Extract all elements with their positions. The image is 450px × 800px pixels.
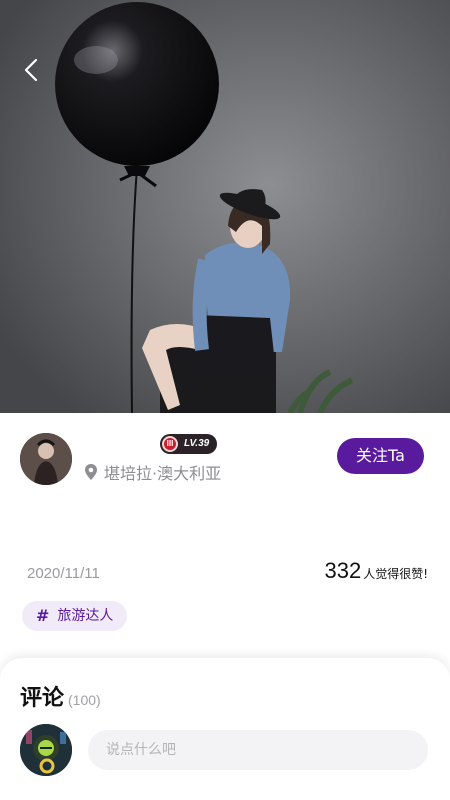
likes-summary: 332 人觉得很赞! [324,558,428,584]
follow-button[interactable]: 关注Ta [337,438,424,474]
my-avatar [20,724,72,776]
comments-title: 评论 [20,686,65,711]
topic-tag[interactable]: # 旅游达人 [22,601,128,631]
my-avatar-image [20,724,72,776]
level-badge: III LV.39 [160,434,218,454]
comments-header: 评论 (100) [20,680,101,712]
author-avatar[interactable] [20,433,72,485]
back-button[interactable] [14,52,50,88]
post-photo[interactable] [0,0,450,413]
comment-input[interactable] [88,730,428,770]
location-text: 堪培拉·澳大利亚 [104,464,222,483]
topic-tag-label: 旅游达人 [57,608,114,624]
comments-count: (100) [68,692,101,708]
post-meta: 2020/11/11 332 人觉得很赞! [0,555,450,595]
likes-count: 332 [324,558,362,583]
likes-text: 人觉得很赞! [363,567,428,581]
location: 堪培拉·澳大利亚 [84,460,221,484]
avatar-image [20,433,72,485]
chevron-left-icon [24,58,38,82]
comments-panel: 评论 (100) [0,658,450,800]
post-date: 2020/11/11 [27,565,100,582]
author-bar: III LV.39 堪培拉·澳大利亚 关注Ta [0,413,450,523]
photo-woman-black-balloon [0,0,450,413]
location-pin-icon [85,464,97,480]
hashtag-icon: # [36,606,50,625]
level-text: LV.39 [184,438,210,449]
level-rank: III [162,436,178,452]
